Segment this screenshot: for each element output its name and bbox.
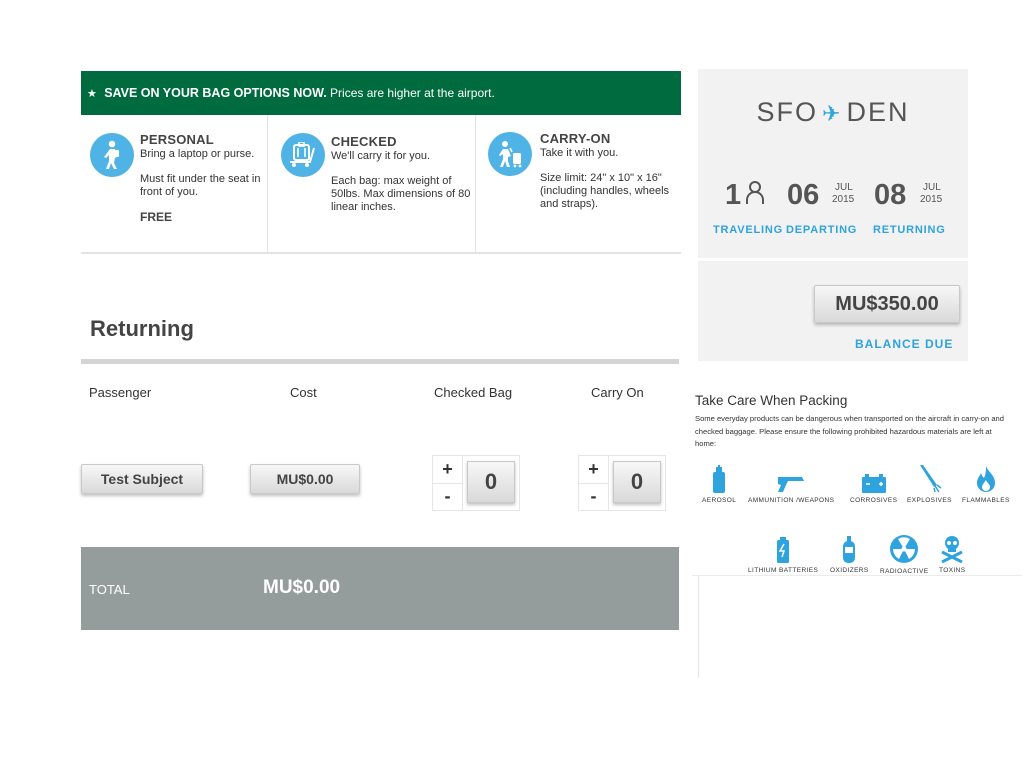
checked-bag-stepper: + - 0 [432, 455, 520, 511]
person-icon [746, 181, 764, 204]
traveling-label: TRAVELING [713, 224, 783, 236]
total-label: TOTAL [89, 582, 130, 597]
hazard-label: AEROSOL [702, 497, 737, 504]
traveler-count: 1 [725, 179, 742, 211]
passenger-button[interactable]: Test Subject [81, 464, 203, 494]
aerosol-can-icon [713, 465, 726, 493]
hazard-label: RADIOACTIVE [880, 568, 929, 575]
column-header-cost: Cost [290, 385, 317, 400]
promo-bold-text: SAVE ON YOUR BAG OPTIONS NOW. [104, 86, 327, 100]
carry-on-stepper: + - 0 [578, 455, 666, 511]
rolling-suitcase-icon [488, 132, 532, 176]
return-day: 08 [874, 179, 907, 211]
bag-subtitle: Take it with you. [540, 147, 619, 159]
hazard-label: OXIDIZERS [830, 567, 869, 574]
trip-summary-card: SFO ✈ DEN 1 06 JUL 2015 08 JUL 2015 TRAVEL… [698, 69, 968, 361]
checked-bag-count[interactable]: 0 [467, 461, 515, 503]
section-title: Returning [90, 316, 194, 341]
skull-crossbones-icon [941, 536, 963, 563]
bag-subtitle: We'll carry it for you. [331, 150, 431, 162]
radioactive-icon [890, 535, 919, 563]
packing-title: Take Care When Packing [695, 393, 848, 408]
walking-person-icon [90, 133, 134, 177]
depart-day: 06 [787, 179, 820, 211]
bag-details: Each bag: max weight of 50lbs. Max dimen… [331, 175, 471, 213]
hazard-corrosives: CORROSIVES [850, 473, 897, 504]
carry-on-count[interactable]: 0 [613, 461, 661, 503]
increment-button[interactable]: + [433, 456, 463, 484]
hazard-label: AMMUNITION /WEAPONS [748, 497, 835, 504]
return-year: 2015 [920, 194, 943, 205]
route-heading: SFO ✈ DEN [698, 97, 968, 128]
origin-code: SFO [756, 97, 819, 127]
hazard-lithium-batteries: LITHIUM BATTERIES [748, 537, 818, 574]
hazard-label: TOXINS [939, 567, 966, 574]
bag-price: FREE [140, 210, 173, 224]
decrement-button[interactable]: - [579, 483, 609, 510]
departing-label: DEPARTING [786, 224, 858, 236]
cost-button[interactable]: MU$0.00 [250, 464, 360, 494]
decrement-button[interactable]: - [433, 483, 463, 510]
gas-cylinder-icon [843, 536, 856, 563]
balance-due-label: BALANCE DUE [855, 337, 954, 351]
hazard-flammables: FLAMMABLES [962, 466, 1010, 504]
hazard-explosives: EXPLOSIVES [907, 464, 952, 504]
section-divider [81, 359, 679, 364]
depart-month: JUL [835, 182, 853, 193]
gun-icon [778, 477, 805, 492]
total-bar: TOTAL MU$0.00 [81, 547, 679, 630]
column-header-passenger: Passenger [89, 385, 152, 400]
bag-title: CARRY-ON [540, 131, 611, 146]
column-header-checked-bag: Checked Bag [434, 385, 513, 400]
flame-icon [976, 466, 995, 492]
star-icon: ★ [87, 88, 97, 100]
depart-month-year: JUL 2015 [832, 182, 854, 206]
bag-title: PERSONAL [140, 132, 214, 147]
car-battery-icon [861, 474, 886, 493]
hazard-aerosol: AEROSOL [702, 465, 736, 504]
balance-button[interactable]: MU$350.00 [814, 285, 960, 323]
hazard-label: CORROSIVES [850, 497, 898, 504]
hazard-label: EXPLOSIVES [907, 497, 952, 504]
packing-text: Some everyday products can be dangerous … [695, 414, 1004, 448]
bag-subtitle: Bring a laptop or purse. [140, 148, 255, 160]
hazard-radioactive: RADIOACTIVE [880, 534, 928, 575]
bag-option-checked: CHECKED We'll carry it for you. Each bag… [268, 115, 476, 252]
hazard-toxins: TOXINS [939, 535, 965, 574]
luggage-cart-icon [281, 133, 325, 177]
panel-border [698, 576, 699, 678]
depart-year: 2015 [832, 194, 855, 205]
hazard-label: FLAMMABLES [962, 497, 1010, 504]
promo-text: Prices are higher at the airport. [330, 86, 495, 100]
hazard-oxidizers: OXIDIZERS [830, 535, 869, 574]
promo-banner: ★ SAVE ON YOUR BAG OPTIONS NOW. Prices a… [81, 71, 681, 115]
bag-details: Must fit under the seat in front of you. [140, 173, 261, 198]
hazard-label: LITHIUM BATTERIES [748, 567, 819, 574]
battery-icon [777, 537, 790, 563]
card-divider [698, 258, 968, 261]
returning-label: RETURNING [873, 224, 946, 236]
airplane-icon: ✈ [822, 101, 843, 126]
bag-option-carry-on: CARRY-ON Take it with you. Size limit: 2… [476, 115, 681, 252]
total-amount: MU$0.00 [263, 577, 341, 598]
increment-button[interactable]: + [579, 456, 609, 484]
destination-code: DEN [846, 97, 910, 127]
bag-option-personal: PERSONAL Bring a laptop or purse. Must f… [81, 115, 268, 252]
return-month-year: JUL 2015 [920, 182, 942, 206]
bag-details: Size limit: 24" x 10" x 16" (including h… [540, 172, 670, 210]
firework-icon [920, 465, 942, 493]
column-header-carry-on: Carry On [591, 385, 644, 400]
bag-title: CHECKED [331, 134, 397, 149]
bag-options-panel: ★ SAVE ON YOUR BAG OPTIONS NOW. Prices a… [81, 71, 681, 254]
packing-info-panel: Take Care When Packing Some everyday pro… [692, 382, 1022, 576]
hazard-ammunition: AMMUNITION /WEAPONS [748, 474, 834, 504]
return-month: JUL [923, 182, 941, 193]
